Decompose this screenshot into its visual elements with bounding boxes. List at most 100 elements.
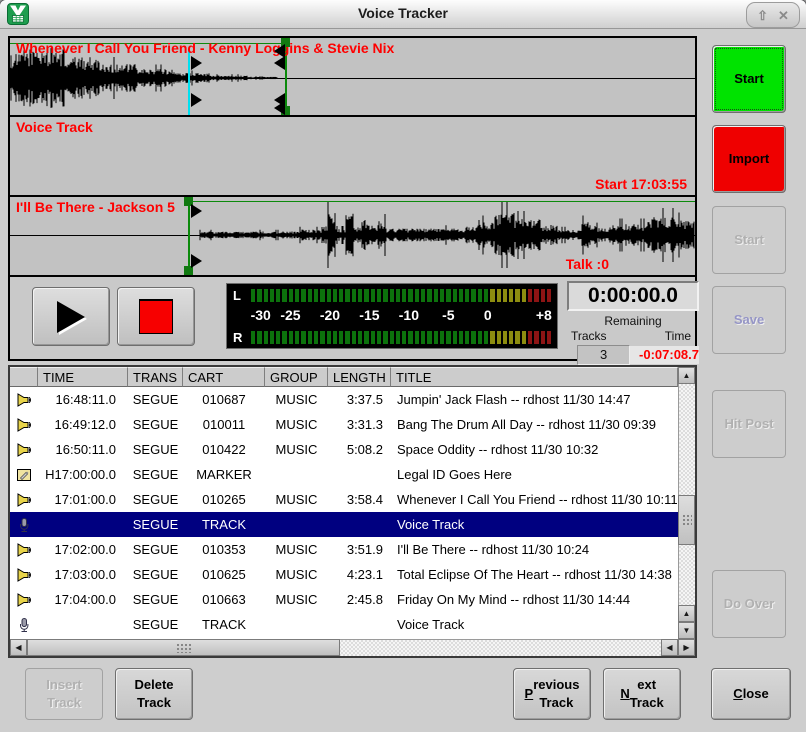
meter-segment xyxy=(402,331,406,344)
row-title: Friday On My Mind -- rdhost 11/30 14:44 xyxy=(391,587,678,612)
scroll-left-button-2[interactable]: ◀ xyxy=(661,639,678,656)
log-row[interactable]: 17:03:00.0SEGUE010625MUSIC4:23.1Total Ec… xyxy=(10,562,678,587)
meter-segment xyxy=(515,331,519,344)
log-row[interactable]: 17:01:00.0SEGUE010265MUSIC3:58.4Whenever… xyxy=(10,487,678,512)
meter-segment xyxy=(352,331,356,344)
track1-fadeout-handle-upper[interactable] xyxy=(274,56,285,70)
meter-segment xyxy=(541,331,545,344)
log-row[interactable]: SEGUETRACKVoice Track xyxy=(10,612,678,637)
meter-segment xyxy=(251,331,255,344)
track1-fade-line[interactable] xyxy=(188,50,190,115)
meter-segment xyxy=(396,289,400,302)
meter-segment xyxy=(497,289,501,302)
scroll-left-button[interactable]: ◀ xyxy=(10,639,27,656)
meter-scale: -30-25-20-15-10-50+8 xyxy=(251,306,551,326)
log-row[interactable]: H17:00:00.0SEGUEMARKERLegal ID Goes Here xyxy=(10,462,678,487)
meter-segment xyxy=(522,289,526,302)
meter-segment xyxy=(453,289,457,302)
waveform-panel: Whenever I Call You Friend - Kenny Loggi… xyxy=(8,36,697,361)
waveform-track-3[interactable]: I'll Be There - Jackson 5 Talk :0 xyxy=(10,197,695,277)
do-over-button: Do Over xyxy=(712,570,786,638)
track3-talk-time: Talk :0 xyxy=(566,256,609,272)
import-button[interactable]: Import xyxy=(712,125,786,193)
waveform-track-2[interactable]: Voice Track Start 17:03:55 xyxy=(10,117,695,197)
transport-bar: L -30-25-20-15-10-50+8 R 0:00:00.0 Remai… xyxy=(10,277,695,359)
arrow-left-icon: ◀ xyxy=(15,643,21,652)
row-time: 16:48:11.0 xyxy=(38,387,128,412)
row-icon-cell xyxy=(10,587,38,612)
row-group: MUSIC xyxy=(265,487,328,512)
track1-end-marker-bottom[interactable] xyxy=(274,101,285,115)
column-header-cart[interactable]: CART xyxy=(183,367,265,387)
titlebar[interactable]: Voice Tracker ⇧ ✕ xyxy=(0,0,806,29)
track3-start-marker-bottom[interactable] xyxy=(191,254,202,268)
scroll-up-button[interactable]: ▲ xyxy=(678,367,695,384)
column-header-title[interactable]: TITLE xyxy=(391,367,678,387)
row-group xyxy=(265,462,328,487)
stop-button[interactable] xyxy=(117,287,195,346)
track1-fade-handle-lower[interactable] xyxy=(191,93,202,107)
row-title: Total Eclipse Of The Heart -- rdhost 11/… xyxy=(391,562,678,587)
meter-segment xyxy=(446,289,450,302)
shade-window-icon[interactable]: ⇧ xyxy=(757,9,768,22)
column-header-length[interactable]: LENGTH xyxy=(328,367,391,387)
column-header-trans[interactable]: TRANS xyxy=(128,367,183,387)
meter-segment xyxy=(471,289,475,302)
log-row[interactable]: 17:04:00.0SEGUE010663MUSIC2:45.8Friday O… xyxy=(10,587,678,612)
row-title: Jumpin' Jack Flash -- rdhost 11/30 14:47 xyxy=(391,387,678,412)
previous-track-button[interactable]: PreviousTrack xyxy=(513,668,591,720)
row-trans: SEGUE xyxy=(128,537,183,562)
speaker-icon xyxy=(16,392,32,408)
log-row[interactable]: 17:02:00.0SEGUE010353MUSIC3:51.9I'll Be … xyxy=(10,537,678,562)
row-title: Voice Track xyxy=(391,612,678,637)
row-cart: TRACK xyxy=(183,512,265,537)
hscroll-thumb[interactable] xyxy=(27,639,340,656)
column-header-icon[interactable] xyxy=(10,367,38,387)
column-header-group[interactable]: GROUP xyxy=(265,367,328,387)
microphone-icon xyxy=(16,517,32,533)
scroll-right-button[interactable]: ▶ xyxy=(678,639,695,656)
speaker-icon xyxy=(16,592,32,608)
meter-segment xyxy=(251,289,255,302)
horizontal-scrollbar[interactable]: ◀ ◀ ▶ xyxy=(10,639,695,656)
meter-scale-label: -25 xyxy=(280,307,300,323)
meter-segment xyxy=(301,331,305,344)
close-button[interactable]: Close xyxy=(711,668,791,720)
meter-segment xyxy=(421,289,425,302)
meter-segment xyxy=(427,331,431,344)
meter-scale-label: -30 xyxy=(251,307,271,323)
log-row[interactable]: 16:50:11.0SEGUE010422MUSIC5:08.2Space Od… xyxy=(10,437,678,462)
log-row[interactable]: 16:48:11.0SEGUE010687MUSIC3:37.5Jumpin' … xyxy=(10,387,678,412)
next-track-button[interactable]: NextTrack xyxy=(603,668,681,720)
log-row[interactable]: 16:49:12.0SEGUE010011MUSIC3:31.3Bang The… xyxy=(10,412,678,437)
meter-segment xyxy=(301,289,305,302)
voice-tracker-window: Voice Tracker ⇧ ✕ Whenever I Call You Fr… xyxy=(0,0,806,732)
row-icon-cell xyxy=(10,462,38,487)
start-button[interactable]: Start xyxy=(712,45,786,113)
vscroll-thumb[interactable] xyxy=(678,495,695,545)
row-trans: SEGUE xyxy=(128,562,183,587)
meter-segment xyxy=(289,331,293,344)
scroll-up-button-2[interactable]: ▲ xyxy=(678,605,695,622)
close-window-icon[interactable]: ✕ xyxy=(778,9,789,22)
waveform-track-1[interactable]: Whenever I Call You Friend - Kenny Loggi… xyxy=(10,38,695,117)
save-button: Save xyxy=(712,286,786,354)
track1-fade-handle-upper[interactable] xyxy=(191,56,202,70)
meter-segment xyxy=(427,289,431,302)
speaker-icon xyxy=(16,567,32,583)
column-header-time[interactable]: TIME xyxy=(38,367,128,387)
play-button[interactable] xyxy=(32,287,110,346)
track3-start-marker-top[interactable] xyxy=(191,204,202,218)
scroll-down-button[interactable]: ▼ xyxy=(678,622,695,639)
meter-segment xyxy=(446,331,450,344)
meter-segment xyxy=(503,331,507,344)
delete-track-button[interactable]: DeleteTrack xyxy=(115,668,193,720)
meter-segment xyxy=(339,331,343,344)
row-icon-cell xyxy=(10,437,38,462)
meter-segment xyxy=(264,331,268,344)
log-row-selected[interactable]: SEGUETRACKVoice Track xyxy=(10,512,678,537)
track3-start-line[interactable] xyxy=(188,197,190,275)
meter-segment xyxy=(478,331,482,344)
row-length: 3:58.4 xyxy=(328,487,391,512)
vertical-scrollbar[interactable]: ▲ ▲ ▼ xyxy=(678,367,695,639)
